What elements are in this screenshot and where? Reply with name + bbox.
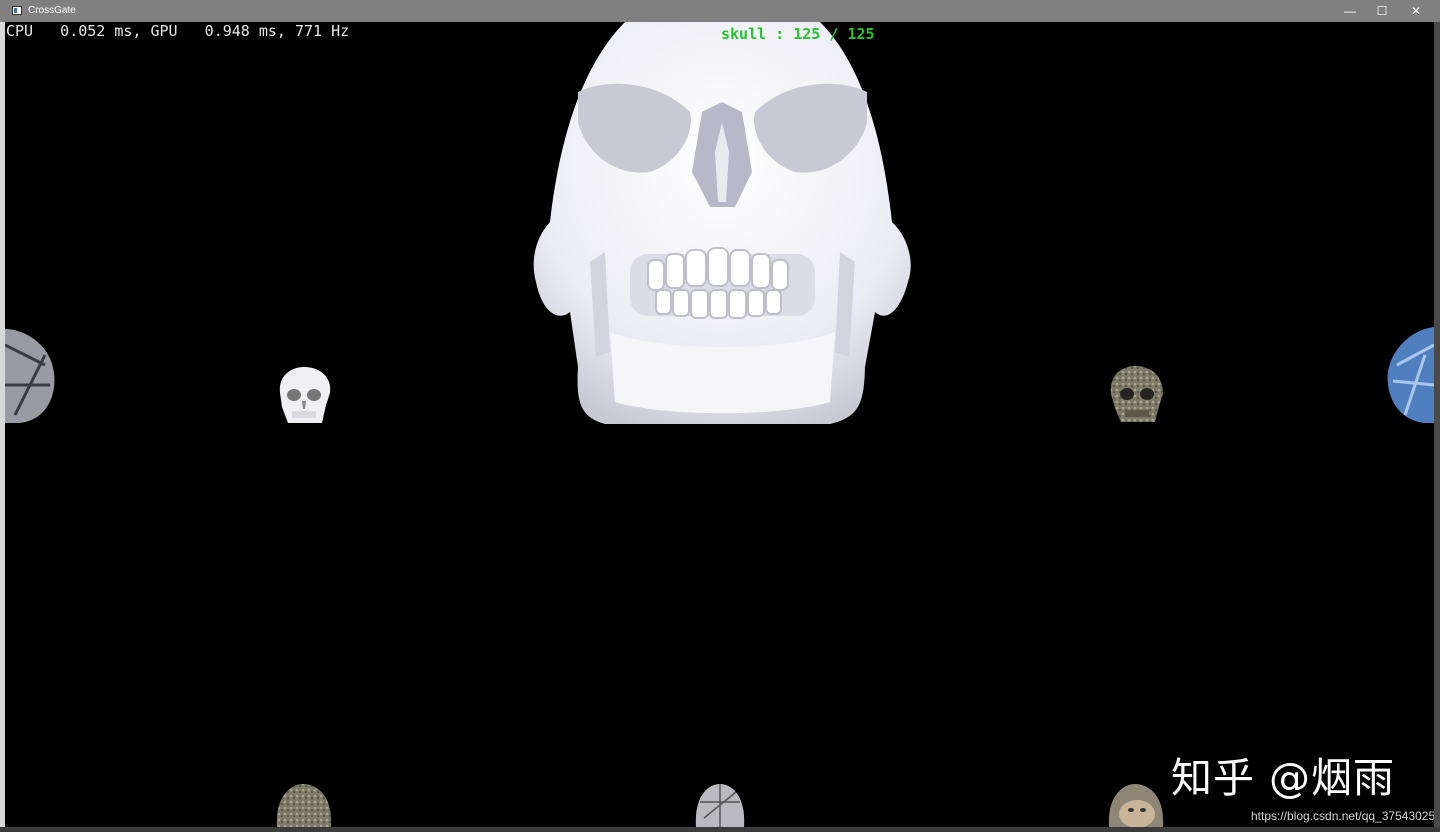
window-border-bottom: [0, 827, 1440, 832]
skull-bottom-stone: [276, 784, 332, 827]
performance-stats: CPU 0.052 ms, GPU 0.948 ms, 771 Hz: [6, 22, 350, 40]
minimize-button[interactable]: —: [1334, 0, 1366, 22]
window-border-right: [1434, 22, 1440, 832]
zhihu-watermark: 知乎 @烟雨: [1171, 754, 1396, 802]
title-bar[interactable]: CrossGate — ☐ ✕: [0, 0, 1440, 22]
app-icon: [12, 6, 22, 15]
skull-bottom-face: [1108, 784, 1164, 827]
csdn-url-watermark: https://blog.csdn.net/qq_37543025: [1251, 809, 1434, 823]
close-button[interactable]: ✕: [1400, 0, 1432, 22]
skull-stone-right: [1110, 366, 1163, 422]
skull-large: [533, 22, 911, 424]
skull-partial-right-blue: [1387, 327, 1434, 423]
maximize-button[interactable]: ☐: [1366, 0, 1398, 22]
window-title: CrossGate: [28, 5, 76, 16]
maximize-icon: ☐: [1376, 4, 1388, 18]
skull-partial-left: [5, 329, 55, 423]
skull-counter: skull : 125 / 125: [721, 25, 875, 43]
minimize-icon: —: [1344, 4, 1356, 18]
skull-bottom-lined: [695, 784, 745, 827]
render-viewport[interactable]: CPU 0.052 ms, GPU 0.948 ms, 771 Hz skull…: [5, 22, 1434, 827]
skull-small-white: [279, 367, 331, 423]
close-icon: ✕: [1410, 4, 1422, 18]
